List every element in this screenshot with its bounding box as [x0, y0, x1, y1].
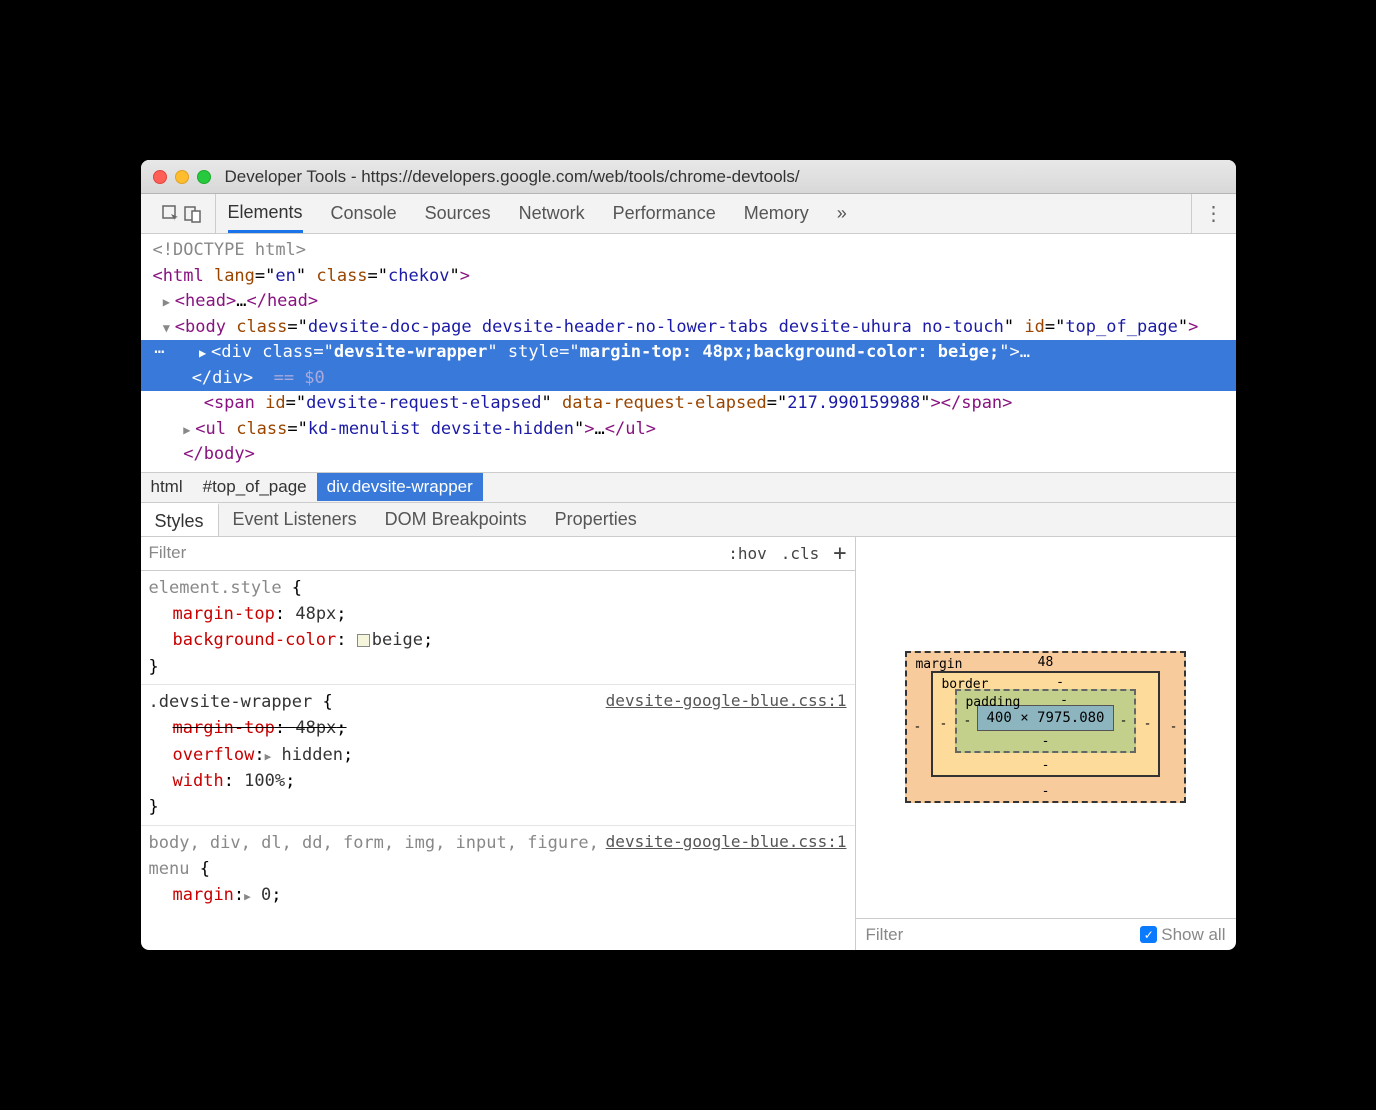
main-toolbar: Elements Console Sources Network Perform… [141, 194, 1236, 234]
source-link[interactable]: devsite-google-blue.css:1 [606, 830, 847, 855]
dom-tree[interactable]: <!DOCTYPE html> <html lang="en" class="c… [141, 234, 1236, 472]
dom-span[interactable]: <span id="devsite-request-elapsed" data-… [141, 391, 1236, 417]
tab-console[interactable]: Console [331, 194, 397, 233]
show-all-label: Show all [1161, 925, 1225, 945]
tab-network[interactable]: Network [519, 194, 585, 233]
styles-pane: Filter :hov .cls + element.style { margi… [141, 537, 856, 951]
computed-filter-input[interactable]: Filter [866, 925, 904, 945]
main-tabs: Elements Console Sources Network Perform… [216, 194, 1191, 233]
source-link[interactable]: devsite-google-blue.css:1 [606, 689, 847, 714]
more-tabs[interactable]: » [837, 194, 847, 233]
computed-pane: margin 48 - - - border - - - - padding - [856, 537, 1236, 951]
rule-devsite-wrapper[interactable]: devsite-google-blue.css:1 .devsite-wrapp… [141, 685, 855, 826]
devtools-window: Developer Tools - https://developers.goo… [141, 160, 1236, 950]
dom-doctype[interactable]: <!DOCTYPE html> [141, 238, 1236, 264]
bottom-split: Filter :hov .cls + element.style { margi… [141, 537, 1236, 951]
tab-listeners[interactable]: Event Listeners [219, 503, 371, 536]
rule-reset[interactable]: devsite-google-blue.css:1 body, div, dl,… [141, 826, 855, 913]
box-model[interactable]: margin 48 - - - border - - - - padding - [856, 537, 1236, 919]
maximize-icon[interactable] [197, 170, 211, 184]
titlebar: Developer Tools - https://developers.goo… [141, 160, 1236, 194]
tab-sources[interactable]: Sources [425, 194, 491, 233]
tab-performance[interactable]: Performance [613, 194, 716, 233]
crumb-html[interactable]: html [141, 473, 193, 501]
close-icon[interactable] [153, 170, 167, 184]
styles-filter-bar: Filter :hov .cls + [141, 537, 855, 571]
kebab-menu-icon[interactable]: ⋮ [1204, 204, 1224, 224]
filter-input[interactable]: Filter [149, 543, 187, 563]
dom-ul[interactable]: ▶<ul class="kd-menulist devsite-hidden">… [141, 417, 1236, 443]
new-rule-button[interactable]: + [833, 541, 846, 566]
crumb-body[interactable]: #top_of_page [193, 473, 317, 501]
computed-filter-bar: Filter ✓ Show all [856, 918, 1236, 950]
dom-body[interactable]: ▼<body class="devsite-doc-page devsite-h… [141, 315, 1236, 341]
tab-elements[interactable]: Elements [228, 194, 303, 233]
show-all-checkbox[interactable]: ✓ [1140, 926, 1157, 943]
tab-styles[interactable]: Styles [141, 503, 219, 536]
dom-selected-div[interactable]: ⋯ ▶<div class="devsite-wrapper" style="m… [141, 340, 1236, 391]
tab-dom-breakpoints[interactable]: DOM Breakpoints [371, 503, 541, 536]
tab-properties[interactable]: Properties [541, 503, 651, 536]
dom-body-close[interactable]: </body> [141, 442, 1236, 468]
breadcrumb: html #top_of_page div.devsite-wrapper [141, 472, 1236, 502]
color-swatch-icon[interactable] [357, 634, 370, 647]
window-title: Developer Tools - https://developers.goo… [225, 167, 800, 187]
styles-tabs: Styles Event Listeners DOM Breakpoints P… [141, 502, 1236, 537]
dom-html[interactable]: <html lang="en" class="chekov"> [141, 264, 1236, 290]
minimize-icon[interactable] [175, 170, 189, 184]
device-toggle-icon[interactable] [183, 204, 203, 224]
cls-toggle[interactable]: .cls [781, 544, 820, 563]
hov-toggle[interactable]: :hov [728, 544, 767, 563]
inspect-icon[interactable] [161, 204, 181, 224]
tab-memory[interactable]: Memory [744, 194, 809, 233]
traffic-lights [153, 170, 211, 184]
rule-element-style[interactable]: element.style { margin-top: 48px; backgr… [141, 571, 855, 685]
crumb-div[interactable]: div.devsite-wrapper [317, 473, 483, 501]
dom-head[interactable]: ▶<head>…</head> [141, 289, 1236, 315]
